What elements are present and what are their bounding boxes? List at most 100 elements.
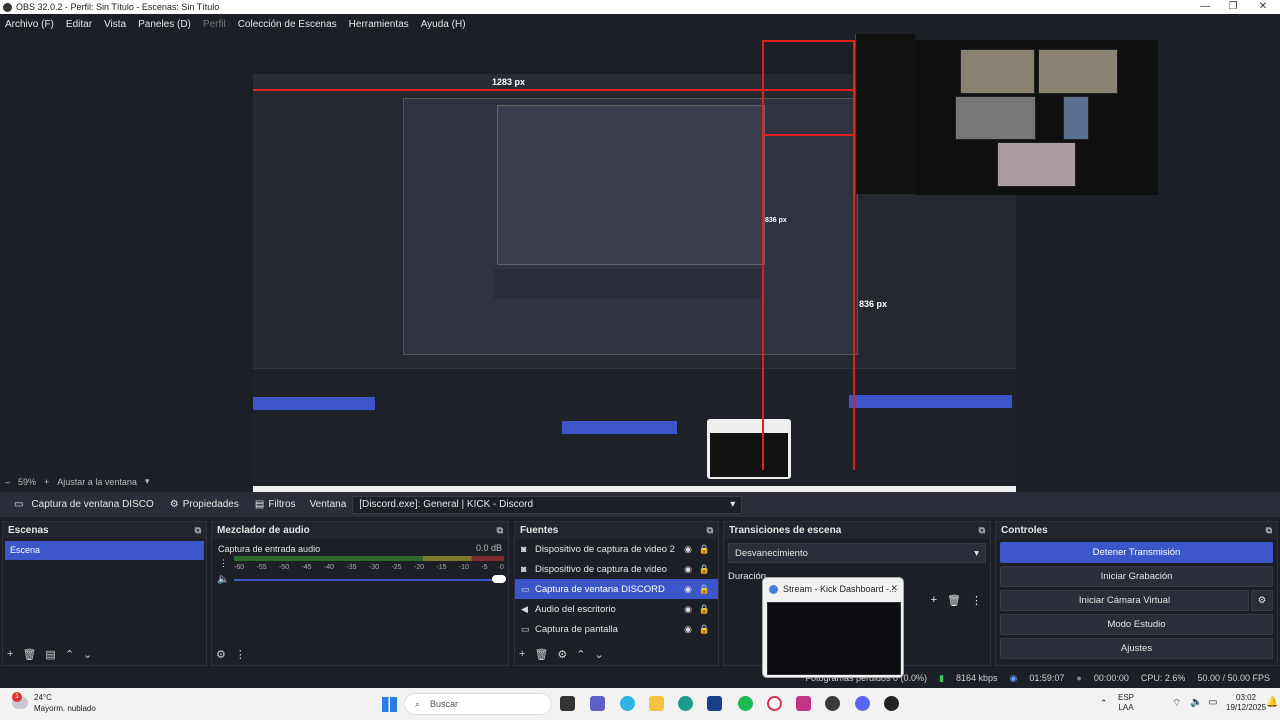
kebab-icon[interactable]: ⋮ <box>971 594 982 607</box>
eye-icon[interactable]: ◉ <box>684 604 692 615</box>
chevron-up-icon[interactable]: ⌃ <box>1100 698 1108 709</box>
store-icon[interactable] <box>707 696 722 711</box>
menu-editar[interactable]: Editar <box>66 19 92 30</box>
lock-icon[interactable]: 🔒 <box>699 544 710 555</box>
arrow-up-icon[interactable]: ⌃ <box>65 648 74 661</box>
studio-mode-button[interactable]: Modo Estudio <box>1000 614 1273 635</box>
window-label: Ventana <box>309 499 347 510</box>
transition-select[interactable]: Desvanecimiento ▾ <box>728 543 986 563</box>
maximize-icon[interactable]: ❐ <box>1218 0 1248 14</box>
settings-button[interactable]: Ajustes <box>1000 638 1273 659</box>
mixer-settings-icon[interactable]: ⚙ <box>216 648 226 661</box>
teams-icon[interactable] <box>590 696 605 711</box>
chevron-down-icon[interactable]: ▾ <box>145 476 150 487</box>
trash-icon[interactable]: 🗑 <box>947 594 961 607</box>
lock-icon[interactable]: 🔒 <box>699 584 710 595</box>
task-view-icon[interactable] <box>560 696 575 711</box>
weather-widget[interactable]: 1 24°C Mayorm. nublado <box>12 692 96 714</box>
close-icon[interactable]: ✕ <box>1248 0 1278 14</box>
source-item[interactable]: ▭ Captura de pantalla ◉ 🔒 <box>515 619 718 639</box>
volume-icon[interactable]: 🔈 <box>1190 697 1202 708</box>
trash-icon[interactable]: 🗑 <box>534 648 548 661</box>
popout-icon[interactable]: ⧉ <box>979 525 985 536</box>
start-recording-button[interactable]: Iniciar Grabación <box>1000 566 1273 587</box>
popout-icon[interactable]: ⧉ <box>707 525 713 536</box>
add-icon[interactable]: + <box>7 648 13 660</box>
source-item[interactable]: ◙ Dispositivo de captura de video ◉ 🔒 <box>515 559 718 579</box>
notification-bell-icon[interactable]: 🔔 <box>1266 697 1278 708</box>
app-icon[interactable] <box>884 696 899 711</box>
arrow-down-icon[interactable]: ⌄ <box>595 648 604 661</box>
eye-icon[interactable]: ◉ <box>684 624 692 635</box>
monitor-icon: ▭ <box>521 623 530 634</box>
zoom-out-button[interactable]: – <box>5 477 10 487</box>
windows-start-icon[interactable] <box>382 697 397 712</box>
source-item[interactable]: ◀ Audio del escritorio ◉ 🔒 <box>515 599 718 619</box>
copilot-icon[interactable] <box>620 696 635 711</box>
taskbar-search[interactable]: ⌕ Buscar <box>404 693 552 715</box>
eye-icon[interactable]: ◉ <box>684 584 692 595</box>
popout-icon[interactable]: ⧉ <box>497 525 503 536</box>
gear-icon[interactable]: ⚙ <box>557 648 567 661</box>
source-item[interactable]: ◙ Dispositivo de captura de video 2 ◉ 🔒 <box>515 539 718 559</box>
zoom-in-button[interactable]: + <box>44 477 49 487</box>
obs-taskbar-icon[interactable] <box>825 696 840 711</box>
kebab-icon[interactable]: ⋮ <box>219 558 228 569</box>
arrow-up-icon[interactable]: ⌃ <box>576 648 585 661</box>
close-icon[interactable]: ✕ <box>890 583 898 594</box>
add-icon[interactable]: + <box>931 594 937 607</box>
minimize-icon[interactable]: — <box>1190 0 1220 14</box>
scene-item[interactable]: Escena <box>5 541 204 560</box>
kebab-icon[interactable]: ⋮ <box>235 648 246 661</box>
filters-button[interactable]: ▤ Filtros <box>247 492 304 517</box>
lock-icon[interactable]: 🔒 <box>699 564 710 575</box>
discord-icon[interactable] <box>855 696 870 711</box>
virtual-camera-row: Iniciar Cámara Virtual ⚙ <box>996 587 1277 611</box>
start-virtual-camera-button[interactable]: Iniciar Cámara Virtual <box>1000 590 1249 611</box>
virtual-camera-gear-icon[interactable]: ⚙ <box>1251 590 1273 611</box>
menu-archivo[interactable]: Archivo (F) <box>5 19 54 30</box>
wifi-icon[interactable]: ⌔ <box>1172 697 1181 710</box>
lock-icon[interactable]: 🔒 <box>699 604 710 615</box>
menu-ayuda[interactable]: Ayuda (H) <box>421 19 466 30</box>
properties-button[interactable]: ⚙ Propiedades <box>162 492 247 517</box>
mixer-level: 0.0 dB <box>475 543 502 553</box>
camera-icon: ◙ <box>521 564 527 574</box>
controls-dock: Controles ⧉ Detener Transmisión Iniciar G… <box>995 521 1278 666</box>
source-item[interactable]: ▭ Captura de ventana DISCORD ◉ 🔒 <box>515 579 718 599</box>
menu-perfil[interactable]: Perfil <box>203 19 226 30</box>
popout-icon[interactable]: ⧉ <box>1266 525 1272 536</box>
thumbnail-title: Stream - Kick Dashboard -... <box>763 578 903 598</box>
eye-icon[interactable]: ◉ <box>684 564 692 575</box>
stop-streaming-button[interactable]: Detener Transmisión <box>1000 542 1273 563</box>
popout-icon[interactable]: ⧉ <box>195 525 201 536</box>
lock-icon[interactable]: 🔒 <box>699 624 710 635</box>
filter-icon[interactable]: ▤ <box>45 648 55 661</box>
menu-vista[interactable]: Vista <box>104 19 126 30</box>
battery-icon[interactable]: ▭ <box>1208 697 1217 708</box>
arrow-down-icon[interactable]: ⌄ <box>83 648 92 661</box>
spotify-icon[interactable] <box>738 696 753 711</box>
language-indicator[interactable]: ESP LAA <box>1118 693 1134 713</box>
window-select[interactable]: [Discord.exe]: General | KICK - Discord … <box>352 495 743 514</box>
preview-area[interactable]: 1283 px 836 px 836 px <box>0 34 1280 504</box>
eye-icon[interactable]: ◉ <box>684 544 692 555</box>
participant-video <box>955 96 1036 140</box>
edge-icon[interactable] <box>678 696 693 711</box>
menu-herramientas[interactable]: Herramientas <box>349 19 409 30</box>
volume-slider-handle[interactable] <box>492 575 506 583</box>
menu-paneles[interactable]: Paneles (D) <box>138 19 191 30</box>
clock[interactable]: 03:02 19/12/2025 <box>1226 693 1266 713</box>
duration-label: Duración <box>728 571 767 582</box>
scenes-dock: Escenas ⧉ Escena + 🗑 ▤ ⌃ ⌄ <box>2 521 207 666</box>
trash-icon[interactable]: 🗑 <box>22 648 36 661</box>
folder-icon[interactable] <box>649 696 664 711</box>
add-icon[interactable]: + <box>519 648 525 660</box>
volume-slider[interactable] <box>234 579 504 581</box>
instagram-icon[interactable] <box>796 696 811 711</box>
speaker-icon[interactable]: 🔈 <box>217 574 229 585</box>
menu-coleccion-escenas[interactable]: Colección de Escenas <box>238 19 337 30</box>
fit-window-select[interactable]: Ajustar a la ventana <box>57 477 137 487</box>
opera-icon[interactable] <box>767 696 782 711</box>
taskbar-thumbnail-preview[interactable]: Stream - Kick Dashboard -... ✕ <box>762 577 904 678</box>
